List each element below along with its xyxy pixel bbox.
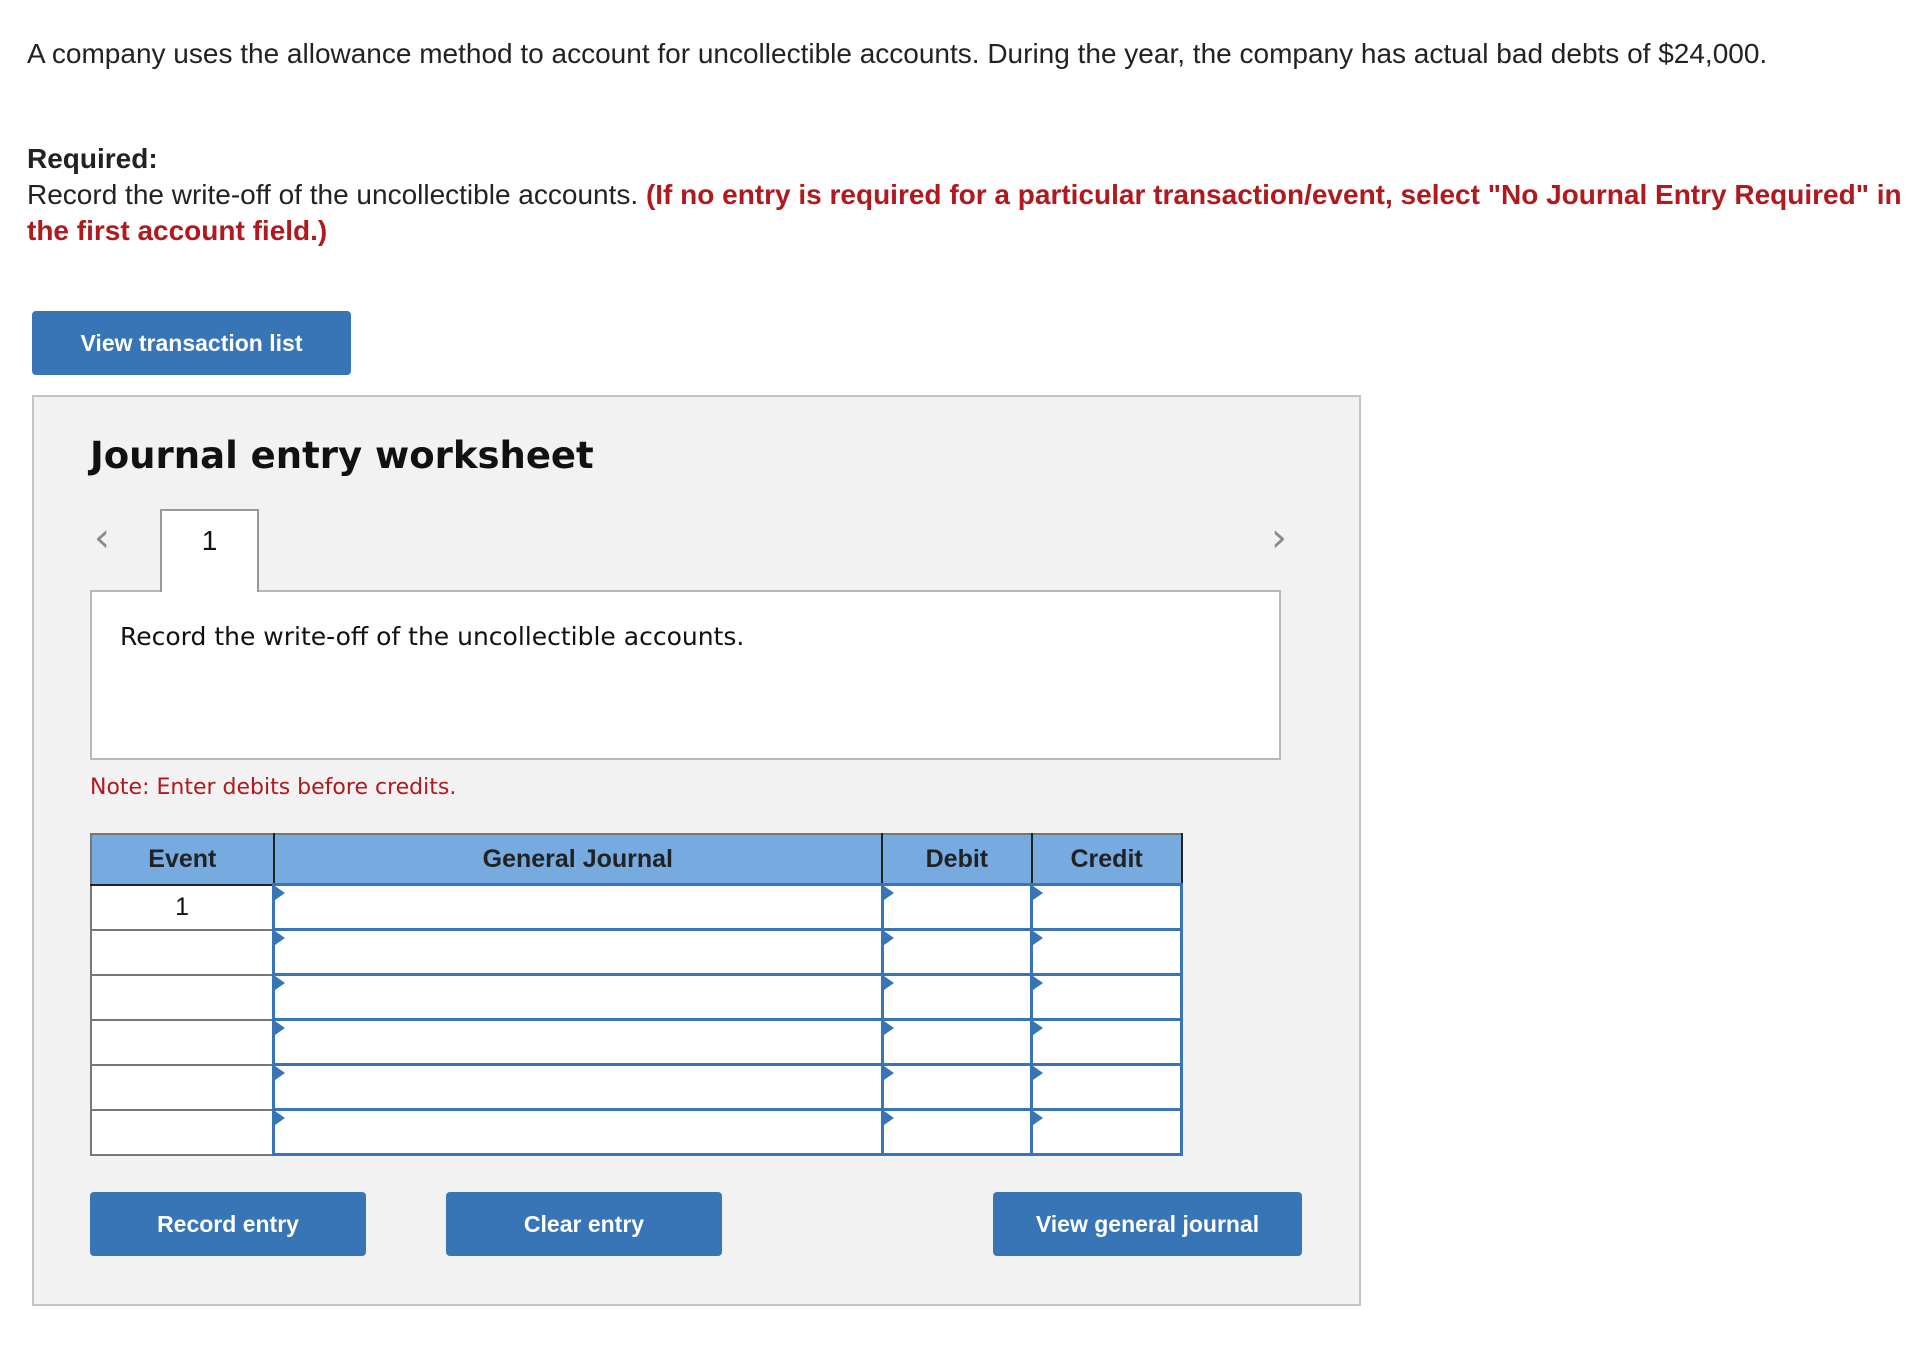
dropdown-marker-icon: [275, 1021, 286, 1035]
credit-input[interactable]: [1033, 1066, 1180, 1108]
account-input[interactable]: [275, 1021, 881, 1063]
required-text: Record the write-off of the uncollectibl…: [27, 177, 1907, 249]
account-cell: [272, 928, 884, 976]
tab-label: 1: [201, 525, 218, 556]
required-task: Record the write-off of the uncollectibl…: [27, 179, 639, 210]
dropdown-marker-icon: [883, 1066, 894, 1080]
dropdown-marker-icon: [883, 886, 894, 900]
worksheet-title: Journal entry worksheet: [90, 434, 594, 477]
table-row: [90, 928, 1183, 976]
required-label: Required:: [27, 143, 158, 174]
chevron-right-icon[interactable]: ›: [1271, 518, 1287, 558]
dropdown-marker-icon: [883, 1021, 894, 1035]
table-row: [90, 1018, 1183, 1066]
table-row: 1: [90, 883, 1183, 931]
dropdown-marker-icon: [1033, 1021, 1044, 1035]
table-row: [90, 1063, 1183, 1111]
view-transaction-list-button[interactable]: View transaction list: [32, 311, 351, 375]
debit-input[interactable]: [883, 931, 1031, 973]
dropdown-marker-icon: [275, 1066, 286, 1080]
dropdown-marker-icon: [1033, 1111, 1044, 1125]
dropdown-marker-icon: [883, 976, 894, 990]
table-header-row: Event General Journal Debit Credit: [90, 833, 1183, 886]
credit-cell: [1030, 1063, 1183, 1111]
debit-cell: [880, 1108, 1034, 1156]
chevron-left-icon[interactable]: ‹: [94, 518, 110, 558]
account-cell: [272, 1018, 884, 1066]
question-intro: A company uses the allowance method to a…: [27, 38, 1768, 69]
worksheet-tab-1[interactable]: 1: [160, 509, 259, 592]
dropdown-marker-icon: [1033, 886, 1044, 900]
credit-cell: [1030, 1108, 1183, 1156]
account-input[interactable]: [275, 1111, 881, 1153]
dropdown-marker-icon: [275, 886, 286, 900]
debit-cell: [880, 1063, 1034, 1111]
credit-input[interactable]: [1033, 886, 1180, 928]
dropdown-marker-icon: [275, 1111, 286, 1125]
credit-input[interactable]: [1033, 931, 1180, 973]
dropdown-marker-icon: [883, 1111, 894, 1125]
debits-note: Note: Enter debits before credits.: [90, 775, 457, 800]
account-cell: [272, 883, 884, 931]
account-cell: [272, 1063, 884, 1111]
debit-input[interactable]: [883, 1111, 1031, 1153]
event-cell: [90, 1063, 275, 1111]
debit-cell: [880, 883, 1034, 931]
dropdown-marker-icon: [1033, 931, 1044, 945]
account-cell: [272, 973, 884, 1021]
clear-entry-button[interactable]: Clear entry: [446, 1192, 722, 1256]
debit-cell: [880, 928, 1034, 976]
dropdown-marker-icon: [1033, 976, 1044, 990]
dropdown-marker-icon: [275, 976, 286, 990]
event-cell: [90, 973, 275, 1021]
debit-input[interactable]: [883, 1066, 1031, 1108]
header-general-journal: General Journal: [272, 833, 884, 886]
header-event: Event: [90, 833, 275, 886]
account-input[interactable]: [275, 886, 881, 928]
dropdown-marker-icon: [1033, 1066, 1044, 1080]
view-general-journal-button[interactable]: View general journal: [993, 1192, 1302, 1256]
account-input[interactable]: [275, 931, 881, 973]
account-input[interactable]: [275, 976, 881, 1018]
transaction-description: Record the write-off of the uncollectibl…: [120, 622, 745, 651]
account-cell: [272, 1108, 884, 1156]
debit-input[interactable]: [883, 1021, 1031, 1063]
event-cell: [90, 928, 275, 976]
debit-cell: [880, 1018, 1034, 1066]
credit-input[interactable]: [1033, 1021, 1180, 1063]
credit-cell: [1030, 973, 1183, 1021]
debit-cell: [880, 973, 1034, 1021]
event-cell: [90, 1108, 275, 1156]
table-row: [90, 1108, 1183, 1156]
event-cell: [90, 1018, 275, 1066]
transaction-description-box: Record the write-off of the uncollectibl…: [90, 590, 1281, 760]
dropdown-marker-icon: [883, 931, 894, 945]
credit-cell: [1030, 1018, 1183, 1066]
journal-entry-table: Event General Journal Debit Credit 1: [90, 833, 1183, 1156]
record-entry-button[interactable]: Record entry: [90, 1192, 366, 1256]
header-credit: Credit: [1030, 833, 1183, 886]
credit-input[interactable]: [1033, 1111, 1180, 1153]
header-debit: Debit: [881, 833, 1033, 886]
table-row: [90, 973, 1183, 1021]
credit-cell: [1030, 883, 1183, 931]
debit-input[interactable]: [883, 976, 1031, 1018]
credit-input[interactable]: [1033, 976, 1180, 1018]
credit-cell: [1030, 928, 1183, 976]
debit-input[interactable]: [883, 886, 1031, 928]
account-input[interactable]: [275, 1066, 881, 1108]
dropdown-marker-icon: [275, 931, 286, 945]
event-cell: 1: [90, 883, 275, 931]
